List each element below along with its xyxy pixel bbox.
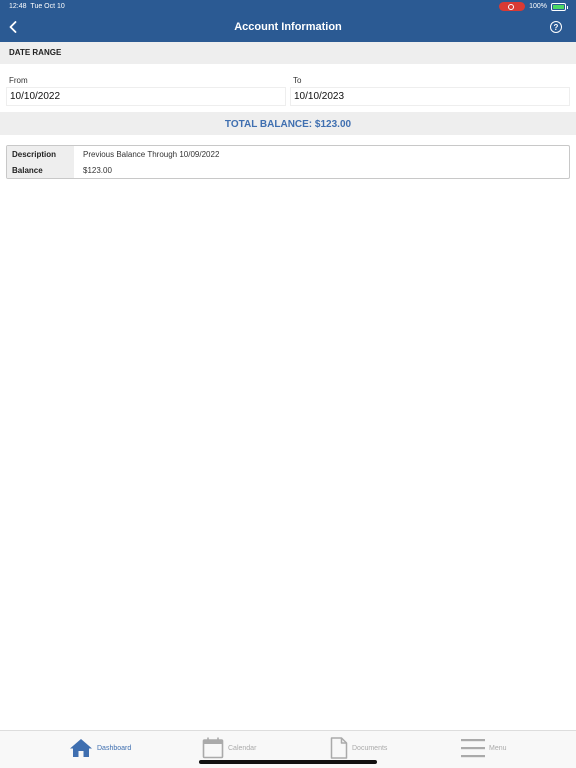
date-range-title: DATE RANGE — [9, 48, 62, 57]
description-value: Previous Balance Through 10/09/2022 — [83, 150, 220, 159]
tab-menu[interactable]: Menu — [461, 736, 507, 760]
balance-value: $123.00 — [83, 166, 112, 175]
app-header: 12:48 Tue Oct 10 100% Account Informatio… — [0, 0, 576, 42]
to-date-input[interactable]: 10/10/2023 — [290, 87, 570, 106]
total-balance-text: TOTAL BALANCE: $123.00 — [224, 119, 352, 130]
battery-percent: 100% — [529, 3, 547, 10]
balance-label: Balance — [7, 162, 74, 178]
tab-menu-label: Menu — [489, 744, 507, 752]
document-icon — [330, 737, 348, 759]
help-button[interactable]: ? — [550, 21, 562, 33]
status-indicators: 100% — [499, 2, 568, 11]
tab-calendar-label: Calendar — [228, 744, 257, 752]
status-time: 12:48 Tue Oct 10 — [9, 3, 65, 10]
date-range-section: DATE RANGE — [0, 42, 576, 64]
total-balance-bar: TOTAL BALANCE: $123.00 — [0, 112, 576, 135]
description-label: Description — [7, 146, 74, 162]
help-icon: ? — [553, 22, 559, 32]
tab-documents-label: Documents — [352, 744, 388, 752]
description-row: Description Previous Balance Through 10/… — [7, 146, 569, 162]
balance-row: Balance $123.00 — [7, 162, 569, 178]
from-date-input[interactable]: 10/10/2022 — [6, 87, 286, 106]
tab-calendar[interactable]: Calendar — [202, 736, 256, 760]
menu-icon — [461, 739, 485, 758]
tab-dashboard-label: Dashboard — [97, 744, 132, 752]
tab-dashboard[interactable]: Dashboard — [69, 736, 131, 760]
screen-record-icon — [499, 2, 526, 11]
page-title: Account Information — [234, 21, 342, 33]
battery-icon — [551, 2, 568, 11]
from-label: From — [9, 76, 28, 85]
to-label: To — [293, 76, 302, 85]
home-icon — [70, 739, 92, 757]
balance-details-table: Description Previous Balance Through 10/… — [6, 145, 570, 179]
calendar-icon — [202, 737, 224, 759]
home-indicator[interactable] — [199, 760, 377, 764]
tab-documents[interactable]: Documents — [330, 736, 387, 760]
